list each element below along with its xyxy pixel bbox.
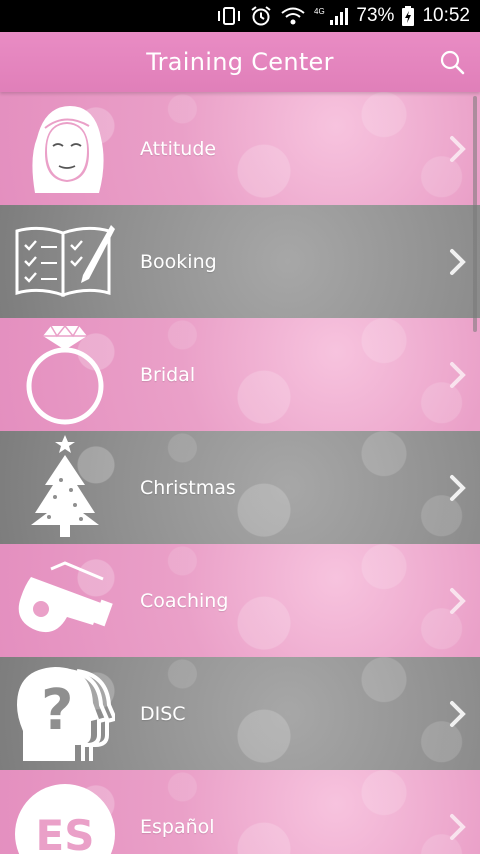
- vibrate-icon: [216, 6, 242, 26]
- signal-icon: 4G: [314, 6, 349, 26]
- list-item-disc[interactable]: ? DISC: [0, 657, 480, 770]
- page-title: Training Center: [146, 48, 334, 76]
- search-icon[interactable]: [438, 48, 466, 76]
- list-item-label: Christmas: [140, 476, 236, 499]
- svg-text:ES: ES: [36, 811, 95, 854]
- list-item-label: Coaching: [140, 589, 229, 612]
- list-item-label: Bridal: [140, 363, 196, 386]
- list-item-label: Attitude: [140, 137, 217, 160]
- training-topic-list: Attitude Booking Bridal Christmas Coachi…: [0, 92, 480, 854]
- diamond-ring-icon: [10, 324, 120, 425]
- chevron-right-icon: [450, 361, 466, 388]
- list-item-attitude[interactable]: Attitude: [0, 92, 480, 205]
- chevron-right-icon: [450, 587, 466, 614]
- woman-face-icon: [10, 98, 120, 198]
- list-item-label: DISC: [140, 702, 186, 725]
- battery-percent: 73%: [356, 5, 395, 26]
- es-badge-icon: ES: [10, 776, 120, 854]
- wifi-icon: [280, 6, 306, 26]
- christmas-tree-icon: [10, 435, 120, 537]
- app-bar: Training Center: [0, 32, 480, 92]
- chevron-right-icon: [450, 248, 466, 275]
- battery-charging-icon: [402, 6, 415, 26]
- status-bar: 4G 73% 10:52: [0, 0, 480, 32]
- alarm-icon: [250, 5, 272, 27]
- list-item-coaching[interactable]: Coaching: [0, 544, 480, 657]
- whistle-icon: [10, 550, 120, 650]
- list-item-label: Booking: [140, 250, 217, 273]
- open-book-icon: [10, 211, 120, 311]
- chevron-right-icon: [450, 474, 466, 501]
- list-item-espanol[interactable]: ES Español: [0, 770, 480, 854]
- scrollbar[interactable]: [473, 96, 477, 332]
- chevron-right-icon: [450, 813, 466, 840]
- list-item-christmas[interactable]: Christmas: [0, 431, 480, 544]
- chevron-right-icon: [450, 135, 466, 162]
- list-item-bridal[interactable]: Bridal: [0, 318, 480, 431]
- svg-text:?: ?: [41, 678, 73, 743]
- list-item-label: Español: [140, 815, 215, 838]
- clock: 10:52: [422, 5, 470, 26]
- list-item-booking[interactable]: Booking: [0, 205, 480, 318]
- head-question-icon: ?: [10, 663, 120, 763]
- svg-text:4G: 4G: [314, 7, 325, 16]
- chevron-right-icon: [450, 700, 466, 727]
